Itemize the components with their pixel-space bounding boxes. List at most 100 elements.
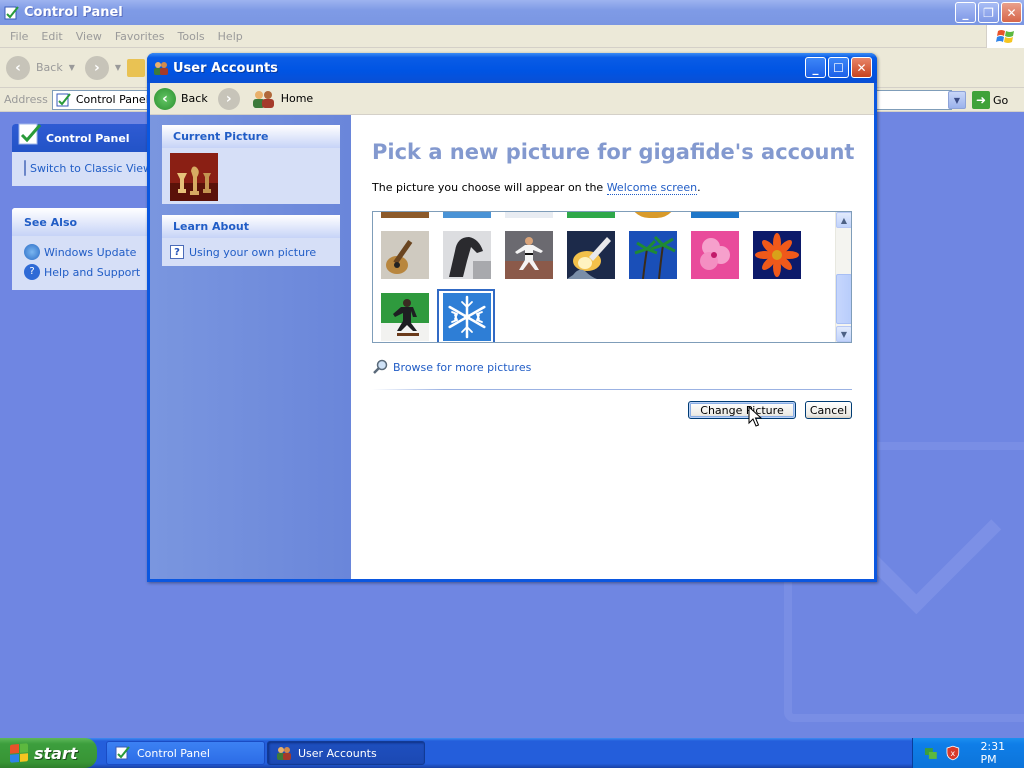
svg-text:x: x — [950, 749, 955, 758]
page-heading: Pick a new picture for gigafide's accoun… — [372, 140, 855, 164]
karate-picture[interactable] — [505, 231, 553, 279]
guitar-picture[interactable] — [381, 231, 429, 279]
welcome-screen-link[interactable]: Welcome screen — [606, 181, 698, 195]
see-also-header: See Also — [12, 208, 152, 236]
network-icon[interactable] — [923, 745, 939, 761]
maximize-button[interactable]: ☐ — [828, 57, 849, 78]
minimize-button[interactable]: _ — [955, 2, 976, 23]
taskbar-item-control-panel[interactable]: Control Panel — [106, 741, 265, 765]
chess-picture — [170, 153, 218, 201]
browse-more-link[interactable]: Browse for more pictures — [372, 359, 531, 375]
control-panel-icon — [56, 92, 71, 106]
current-picture-body — [162, 148, 340, 204]
pane-title: Control Panel — [46, 131, 130, 145]
using-own-picture-label: Using your own picture — [189, 245, 317, 259]
close-button[interactable]: ✕ — [1001, 2, 1022, 23]
description-prefix: The picture you choose will appear on th… — [372, 181, 607, 194]
description-text: The picture you choose will appear on th… — [372, 181, 701, 195]
control-panel-titlebar[interactable]: Control Panel _ ❐ ✕ — [0, 0, 1024, 25]
user-accounts-icon — [154, 62, 168, 75]
scroll-down-icon[interactable]: ▼ — [836, 326, 851, 342]
change-picture-button[interactable]: Change Picture — [688, 401, 796, 419]
orange-flower-picture[interactable] — [753, 231, 801, 279]
menu-bar: File Edit View Favorites Tools Help — [0, 25, 1024, 48]
window-title: Control Panel — [24, 5, 123, 20]
minimize-button[interactable]: _ — [805, 57, 826, 78]
security-shield-icon[interactable]: x — [945, 745, 961, 761]
user-accounts-window: User Accounts _ ☐ ✕ ‹ Back › Home Curren… — [147, 53, 877, 582]
snowflake-picture[interactable] — [443, 293, 491, 341]
magnifier-icon — [373, 359, 388, 374]
user-accounts-titlebar[interactable]: User Accounts _ ☐ ✕ — [147, 53, 877, 83]
picture-tile[interactable] — [629, 212, 677, 218]
pink-flower-picture[interactable] — [691, 231, 739, 279]
mouse-pointer-icon — [748, 406, 762, 427]
help-support-link[interactable]: ? Help and Support — [24, 262, 152, 282]
switch-view-label: Switch to Classic View — [30, 161, 153, 175]
palm-trees-picture[interactable] — [629, 231, 677, 280]
taskbar-item-user-accounts[interactable]: User Accounts — [267, 741, 425, 765]
skateboarder-picture[interactable] — [381, 293, 429, 341]
globe-icon — [24, 244, 40, 260]
picture-tile[interactable] — [381, 212, 429, 218]
go-button[interactable]: ➜ Go — [972, 91, 1008, 109]
horse-picture[interactable] — [443, 231, 491, 279]
folder-up-icon[interactable] — [127, 58, 146, 77]
learn-about-body: ? Using your own picture — [162, 238, 340, 266]
scroll-thumb[interactable] — [836, 274, 851, 324]
menu-tools[interactable]: Tools — [178, 30, 205, 43]
using-own-picture-link[interactable]: ? Using your own picture — [170, 243, 332, 261]
system-tray: x 2:31 PM — [912, 738, 1024, 768]
windows-flag-icon — [10, 743, 28, 763]
close-button[interactable]: ✕ — [851, 57, 872, 78]
menu-view[interactable]: View — [76, 30, 102, 43]
picture-tile[interactable] — [691, 212, 739, 218]
control-panel-pane-header: Control Panel — [12, 123, 152, 152]
current-picture-pane: Current Picture — [162, 125, 340, 204]
address-dropdown-icon[interactable]: ▼ — [948, 91, 966, 109]
chevron-down-icon[interactable]: ▼ — [115, 63, 121, 72]
scroll-up-icon[interactable]: ▲ — [836, 212, 851, 228]
user-accounts-task-pane: Current Picture Learn About ? Using your… — [150, 115, 351, 579]
control-panel-icon — [115, 746, 130, 760]
menu-file[interactable]: File — [10, 30, 28, 43]
picture-tile[interactable] — [505, 212, 553, 218]
forward-arrow-icon[interactable]: › — [217, 87, 240, 110]
chevron-down-icon[interactable]: ▼ — [69, 63, 75, 72]
control-panel-pane-body: Switch to Classic View — [12, 152, 152, 186]
home-users-icon[interactable] — [252, 90, 276, 108]
taskbar-item-label: Control Panel — [137, 746, 210, 760]
address-label: Address — [4, 93, 48, 106]
nav-home-label[interactable]: Home — [281, 92, 313, 105]
user-accounts-title: User Accounts — [173, 60, 278, 76]
switch-view-link[interactable]: Switch to Classic View — [24, 158, 152, 178]
menu-edit[interactable]: Edit — [41, 30, 62, 43]
picture-list-scrollbar[interactable]: ▲ ▼ — [835, 212, 851, 342]
learn-about-header: Learn About — [162, 215, 340, 238]
current-picture-header: Current Picture — [162, 125, 340, 148]
picture-tile[interactable] — [567, 212, 615, 218]
browse-more-label: Browse for more pictures — [393, 360, 532, 374]
help-topic-icon: ? — [170, 245, 184, 259]
see-also-body: Windows Update ? Help and Support — [12, 236, 152, 290]
windows-update-label: Windows Update — [44, 245, 137, 259]
space-shuttle-picture[interactable] — [567, 231, 615, 279]
start-button[interactable]: start — [0, 738, 97, 768]
forward-arrow-icon[interactable]: › — [84, 55, 109, 80]
control-panel-large-icon — [18, 123, 42, 145]
clock[interactable]: 2:31 PM — [980, 740, 1024, 766]
cancel-button[interactable]: Cancel — [805, 401, 852, 419]
toolbar-back-label[interactable]: Back — [36, 61, 63, 74]
back-arrow-icon[interactable]: ‹ — [154, 87, 176, 110]
learn-about-pane: Learn About ? Using your own picture — [162, 215, 340, 266]
restore-button[interactable]: ❐ — [978, 2, 999, 23]
nav-back-label[interactable]: Back — [181, 92, 208, 105]
user-accounts-content: Pick a new picture for gigafide's accoun… — [351, 115, 874, 579]
picture-tile[interactable] — [443, 212, 491, 218]
go-arrow-icon: ➜ — [972, 91, 990, 109]
windows-update-link[interactable]: Windows Update — [24, 242, 152, 262]
picture-list[interactable]: ▲ ▼ — [372, 211, 852, 343]
back-arrow-icon[interactable]: ‹ — [6, 55, 30, 80]
menu-favorites[interactable]: Favorites — [115, 30, 165, 43]
menu-help[interactable]: Help — [218, 30, 243, 43]
